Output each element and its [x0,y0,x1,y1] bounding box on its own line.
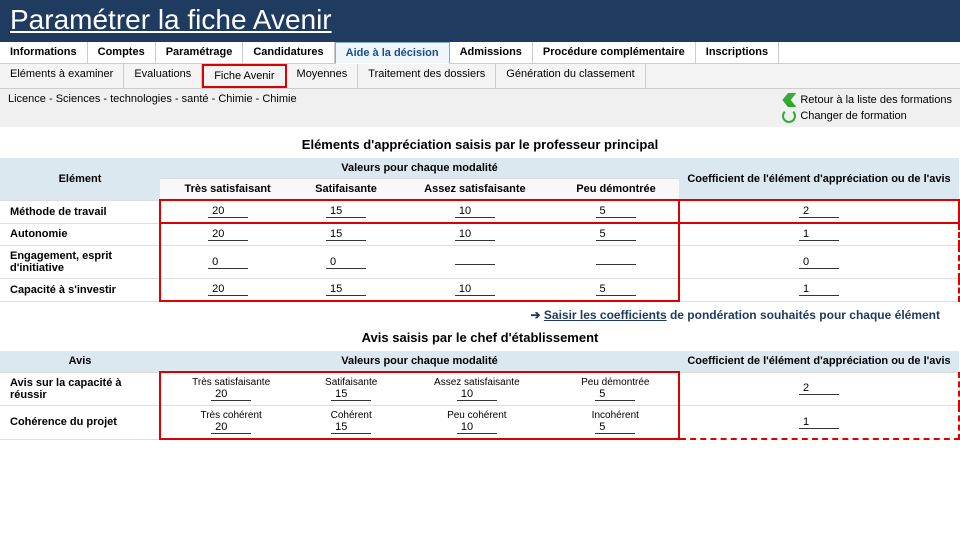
value-input[interactable]: 15 [326,283,366,296]
col-avis: Avis [0,351,160,372]
coef-input[interactable]: 2 [799,382,839,395]
value-input[interactable]: 20 [208,228,248,241]
row-label: Capacité à s'investir [0,279,160,302]
value-input[interactable]: 5 [596,205,636,218]
value-input[interactable]: 20 [211,421,251,434]
value-input[interactable]: 20 [208,283,248,296]
nav-main: InformationsComptesParamétrageCandidatur… [0,42,960,64]
tab-proc-dure-compl-mentaire[interactable]: Procédure complémentaire [533,42,696,63]
col-values: Valeurs pour chaque modalité [160,158,679,179]
value-input[interactable]: 5 [596,283,636,296]
value-input[interactable]: 15 [331,388,371,401]
change-formation-link[interactable]: Changer de formation [782,109,952,123]
subtab-moyennes[interactable]: Moyennes [287,64,359,88]
value-input[interactable] [596,264,636,265]
tab-admissions[interactable]: Admissions [450,42,533,63]
value-input[interactable]: 0 [326,256,366,269]
subtab-el-ments-examiner[interactable]: Eléments à examiner [0,64,124,88]
tab-param-trage[interactable]: Paramétrage [156,42,244,63]
tab-comptes[interactable]: Comptes [88,42,156,63]
slide-title: Paramétrer la fiche Avenir [0,0,960,42]
tab-inscriptions[interactable]: Inscriptions [696,42,779,63]
nav-sub: Eléments à examinerEvaluationsFiche Aven… [0,64,960,89]
value-input[interactable]: 15 [326,228,366,241]
subtab-g-n-ration-du-classement[interactable]: Génération du classement [496,64,645,88]
col-element: Elément [0,158,160,200]
section1-title: Eléments d'appréciation saisis par le pr… [0,127,960,158]
row-label: Engagement, esprit d'initiative [0,246,160,279]
subtab-traitement-des-dossiers[interactable]: Traitement des dossiers [358,64,496,88]
callout-coefficients: ➔ Saisir les coefficients de pondération… [510,302,960,328]
subtab-fiche-avenir[interactable]: Fiche Avenir [202,64,286,88]
value-input[interactable]: 0 [208,256,248,269]
table-row: Capacité à s'investir 20 15 10 5 1 [0,279,959,302]
tab-aide-la-d-cision[interactable]: Aide à la décision [335,42,450,64]
tab-informations[interactable]: Informations [0,42,88,63]
value-input[interactable]: 15 [326,205,366,218]
table-row: Méthode de travail 20 15 10 5 2 [0,200,959,223]
coef-input[interactable]: 2 [799,205,839,218]
row-label: Méthode de travail [0,200,160,223]
coef-input[interactable]: 1 [799,416,839,429]
row-label: Cohérence du projet [0,406,160,440]
value-input[interactable]: 5 [596,228,636,241]
tab-candidatures[interactable]: Candidatures [243,42,334,63]
col-coef2: Coefficient de l'élément d'appréciation … [679,351,959,372]
coef-input[interactable]: 1 [799,228,839,241]
value-input[interactable]: 5 [595,388,635,401]
back-icon [782,93,796,107]
table-row: Avis sur la capacité à réussirTrès satis… [0,372,959,406]
table-row: Engagement, esprit d'initiative 0 0 0 [0,246,959,279]
col-coef: Coefficient de l'élément d'appréciation … [679,158,959,200]
section2-title: Avis saisis par le chef d'établissement [0,328,960,351]
value-input[interactable]: 5 [595,421,635,434]
coef-input[interactable]: 0 [799,256,839,269]
breadcrumb: Licence - Sciences - technologies - sant… [8,93,297,105]
table-row: Autonomie 20 15 10 5 1 [0,223,959,246]
table-row: Cohérence du projetTrès cohérent20Cohére… [0,406,959,440]
refresh-icon [782,109,796,123]
value-input[interactable]: 20 [208,205,248,218]
value-input[interactable] [455,264,495,265]
value-input[interactable]: 10 [455,228,495,241]
subtab-evaluations[interactable]: Evaluations [124,64,202,88]
value-input[interactable]: 10 [457,388,497,401]
row-label: Autonomie [0,223,160,246]
value-input[interactable]: 15 [331,421,371,434]
table-chef-etablissement: Avis Valeurs pour chaque modalité Coeffi… [0,351,960,440]
coef-input[interactable]: 1 [799,283,839,296]
table-prof-principal: Elément Valeurs pour chaque modalité Coe… [0,158,960,302]
col-values2: Valeurs pour chaque modalité [160,351,679,372]
value-input[interactable]: 10 [457,421,497,434]
value-input[interactable]: 10 [455,283,495,296]
row-label: Avis sur la capacité à réussir [0,372,160,406]
value-input[interactable]: 10 [455,205,495,218]
back-to-list-link[interactable]: Retour à la liste des formations [782,93,952,107]
value-input[interactable]: 20 [211,388,251,401]
